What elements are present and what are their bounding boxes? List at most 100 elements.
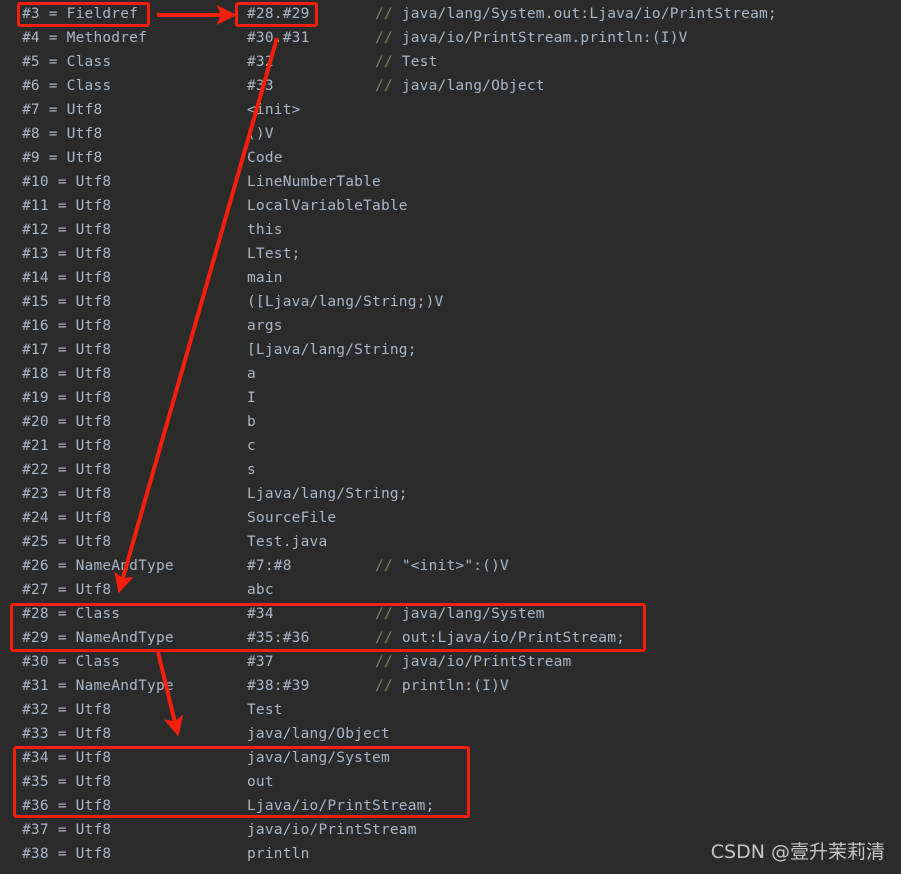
constant-pool-row: #36 = Utf8 Ljava/io/PrintStream; [0,794,901,818]
pool-entry-index: #12 = Utf8 [22,222,112,238]
comment-text: java/lang/Object [401,78,545,94]
pool-entry-value: #37 [247,654,274,670]
constant-pool-row: #12 = Utf8 this [0,218,901,242]
pool-entry-index: #7 = Utf8 [22,102,103,118]
pool-entry-value: #32 [247,54,274,70]
pool-entry-value: args [247,318,283,334]
constant-pool-row: #31 = NameAndType #38:#39 // println:(I)V [0,674,901,698]
pool-entry-value: this [247,222,283,238]
pool-entry-value: #7:#8 [247,558,292,574]
pool-entry-comment: // Test [375,50,438,74]
pool-entry-comment: // println:(I)V [375,674,509,698]
comment-slashes: // [375,54,393,70]
constant-pool-row: #7 = Utf8 <init> [0,98,901,122]
constant-pool-row: #17 = Utf8 [Ljava/lang/String; [0,338,901,362]
comment-text: java/lang/System.out:Ljava/io/PrintStrea… [401,6,777,22]
constant-pool-listing: #3 = Fieldref #28.#29 // java/lang/System.… [0,0,901,874]
constant-pool-row: #15 = Utf8 ([Ljava/lang/String;)V [0,290,901,314]
pool-entry-value: #28.#29 [247,6,310,22]
constant-pool-row: #33 = Utf8 java/lang/Object [0,722,901,746]
pool-entry-index: #31 = NameAndType [22,678,174,694]
comment-slashes: // [375,654,393,670]
constant-pool-row: #5 = Class #32 // Test [0,50,901,74]
pool-entry-comment: // java/io/PrintStream [375,650,571,674]
comment-slashes: // [375,78,393,94]
pool-entry-value: I [247,390,256,406]
pool-entry-index: #34 = Utf8 [22,750,112,766]
pool-entry-index: #6 = Class [22,78,112,94]
comment-text: "<init>":()V [401,558,509,574]
csdn-watermark: CSDN @壹升茉莉清 [710,841,885,863]
pool-entry-comment: // out:Ljava/io/PrintStream; [375,626,625,650]
pool-entry-index: #23 = Utf8 [22,486,112,502]
pool-entry-index: #14 = Utf8 [22,270,112,286]
pool-entry-value: #30.#31 [247,30,310,46]
pool-entry-value: #33 [247,78,274,94]
pool-entry-value: Code [247,150,283,166]
pool-entry-index: #9 = Utf8 [22,150,103,166]
constant-pool-row: #3 = Fieldref #28.#29 // java/lang/System.… [0,2,901,26]
comment-slashes: // [375,30,393,46]
pool-entry-index: #38 = Utf8 [22,846,112,862]
constant-pool-row: #29 = NameAndType #35:#36 // out:Ljava/io/… [0,626,901,650]
constant-pool-row: #28 = Class #34 // java/lang/System [0,602,901,626]
comment-slashes: // [375,678,393,694]
pool-entry-comment: // java/lang/System [375,602,545,626]
pool-entry-value: SourceFile [247,510,337,526]
pool-entry-index: #28 = Class [22,606,121,622]
constant-pool-row: #10 = Utf8 LineNumberTable [0,170,901,194]
pool-entry-index: #37 = Utf8 [22,822,112,838]
comment-text: println:(I)V [401,678,509,694]
pool-entry-index: #26 = NameAndType [22,558,174,574]
pool-entry-value: java/io/PrintStream [247,822,417,838]
pool-entry-value: a [247,366,256,382]
constant-pool-row: #13 = Utf8 LTest; [0,242,901,266]
constant-pool-row: #19 = Utf8 I [0,386,901,410]
pool-entry-index: #33 = Utf8 [22,726,112,742]
pool-entry-value: Ljava/io/PrintStream; [247,798,435,814]
pool-entry-index: #8 = Utf8 [22,126,103,142]
pool-entry-comment: // java/lang/Object [375,74,545,98]
pool-entry-value: Ljava/lang/String; [247,486,408,502]
pool-entry-value: ([Ljava/lang/String;)V [247,294,444,310]
constant-pool-row: #20 = Utf8 b [0,410,901,434]
pool-entry-index: #5 = Class [22,54,112,70]
constant-pool-row: #27 = Utf8 abc [0,578,901,602]
comment-slashes: // [375,606,393,622]
constant-pool-row: #16 = Utf8 args [0,314,901,338]
pool-entry-value: c [247,438,256,454]
pool-entry-value: #38:#39 [247,678,310,694]
constant-pool-row: #21 = Utf8 c [0,434,901,458]
pool-entry-index: #19 = Utf8 [22,390,112,406]
constant-pool-row: #32 = Utf8 Test [0,698,901,722]
pool-entry-value: ()V [247,126,274,142]
constant-pool-row: #24 = Utf8 SourceFile [0,506,901,530]
comment-slashes: // [375,630,393,646]
constant-pool-row: #6 = Class #33 // java/lang/Object [0,74,901,98]
constant-pool-row: #14 = Utf8 main [0,266,901,290]
pool-entry-index: #32 = Utf8 [22,702,112,718]
comment-slashes: // [375,558,393,574]
pool-entry-index: #21 = Utf8 [22,438,112,454]
pool-entry-index: #35 = Utf8 [22,774,112,790]
pool-entry-index: #16 = Utf8 [22,318,112,334]
comment-text: out:Ljava/io/PrintStream; [401,630,626,646]
pool-entry-index: #30 = Class [22,654,121,670]
screenshot-root: #3 = Fieldref #28.#29 // java/lang/System.… [0,0,901,874]
pool-entry-value: #35:#36 [247,630,310,646]
constant-pool-row: #22 = Utf8 s [0,458,901,482]
comment-text: java/io/PrintStream.println:(I)V [401,30,688,46]
pool-entry-index: #10 = Utf8 [22,174,112,190]
pool-entry-index: #20 = Utf8 [22,414,112,430]
pool-entry-index: #22 = Utf8 [22,462,112,478]
pool-entry-value: LineNumberTable [247,174,381,190]
pool-entry-comment: // java/lang/System.out:Ljava/io/PrintSt… [375,2,777,26]
pool-entry-index: #4 = Methodref [22,30,148,46]
pool-entry-comment: // java/io/PrintStream.println:(I)V [375,26,688,50]
constant-pool-row: #9 = Utf8 Code [0,146,901,170]
pool-entry-value: abc [247,582,274,598]
constant-pool-row: #26 = NameAndType #7:#8 // "<init>":()V [0,554,901,578]
constant-pool-row: #4 = Methodref #30.#31 // java/io/PrintStr… [0,26,901,50]
constant-pool-row: #30 = Class #37 // java/io/PrintStream [0,650,901,674]
comment-text: java/io/PrintStream [401,654,572,670]
